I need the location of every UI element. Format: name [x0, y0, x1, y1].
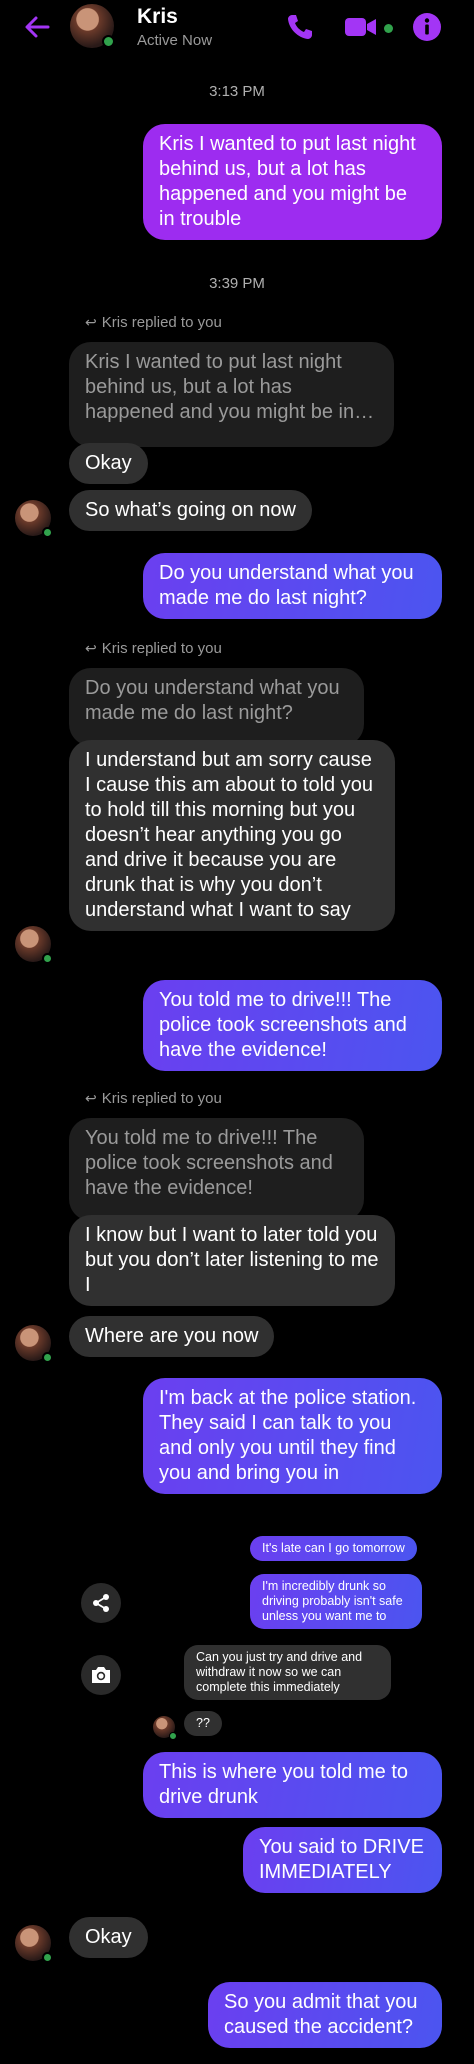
contact-avatar-small[interactable]: [15, 1325, 53, 1363]
info-icon[interactable]: [412, 12, 442, 42]
received-message[interactable]: Okay: [69, 1917, 148, 1958]
video-camera-icon[interactable]: [344, 12, 378, 42]
reply-indicator: ↩ Kris replied to you: [85, 1090, 222, 1107]
contact-avatar[interactable]: [70, 4, 115, 48]
contact-avatar-small[interactable]: [153, 1716, 177, 1740]
online-indicator: [42, 1352, 53, 1363]
sent-message[interactable]: You told me to drive!!! The police took …: [143, 980, 442, 1071]
timestamp: 3:13 PM: [209, 83, 265, 100]
sent-message[interactable]: So you admit that you caused the acciden…: [208, 1982, 442, 2048]
online-indicator: [102, 35, 115, 48]
contact-avatar-small[interactable]: [15, 1925, 53, 1963]
reply-indicator-label: Kris replied to you: [101, 1090, 222, 1107]
received-message[interactable]: Where are you now: [69, 1316, 275, 1357]
online-indicator: [42, 1952, 53, 1963]
quoted-message[interactable]: You told me to drive!!! The police took …: [69, 1118, 364, 1221]
received-message-small[interactable]: ??: [184, 1711, 222, 1736]
sent-message-small[interactable]: I'm incredibly drunk so driving probably…: [250, 1574, 422, 1629]
sent-message-small[interactable]: It's late can I go tomorrow: [250, 1536, 417, 1561]
camera-icon: [92, 1667, 110, 1683]
contact-name[interactable]: Kris: [137, 5, 178, 29]
share-icon: [93, 1594, 109, 1612]
received-message-small[interactable]: Can you just try and drive and withdraw …: [184, 1645, 391, 1700]
sent-message[interactable]: This is where you told me to drive drunk: [143, 1752, 442, 1818]
contact-status: Active Now: [137, 32, 213, 49]
reply-indicator-label: Kris replied to you: [101, 640, 222, 657]
reply-arrow-icon: ↩: [85, 1090, 97, 1106]
reply-indicator-label: Kris replied to you: [101, 314, 222, 331]
received-message[interactable]: So what’s going on now: [69, 490, 312, 531]
reply-arrow-icon: ↩: [85, 640, 97, 656]
quoted-message[interactable]: Kris I wanted to put last night behind u…: [69, 342, 394, 447]
camera-button[interactable]: [81, 1655, 121, 1695]
share-button[interactable]: [81, 1583, 121, 1623]
received-message[interactable]: I understand but am sorry cause I cause …: [69, 740, 395, 931]
contact-avatar-small[interactable]: [15, 926, 53, 964]
sent-message[interactable]: I'm back at the police station. They sai…: [143, 1378, 442, 1494]
reply-arrow-icon: ↩: [85, 314, 97, 330]
quoted-message[interactable]: Do you understand what you made me do la…: [69, 668, 364, 746]
video-online-dot: [384, 24, 393, 33]
online-indicator: [42, 953, 53, 964]
timestamp: 3:39 PM: [209, 275, 265, 292]
online-indicator: [42, 527, 53, 538]
sent-message[interactable]: Do you understand what you made me do la…: [143, 553, 442, 619]
chat-header: Kris Active Now: [0, 0, 474, 55]
sent-message[interactable]: Kris I wanted to put last night behind u…: [143, 124, 442, 240]
phone-icon[interactable]: [285, 12, 315, 42]
contact-avatar-small[interactable]: [15, 500, 53, 538]
received-message[interactable]: I know but I want to later told you but …: [69, 1215, 395, 1306]
reply-indicator: ↩ Kris replied to you: [85, 314, 222, 331]
back-arrow-icon[interactable]: [22, 12, 52, 42]
received-message[interactable]: Okay: [69, 443, 148, 484]
sent-message[interactable]: You said to DRIVE IMMEDIATELY: [243, 1827, 442, 1893]
reply-indicator: ↩ Kris replied to you: [85, 640, 222, 657]
online-indicator: [169, 1732, 177, 1740]
